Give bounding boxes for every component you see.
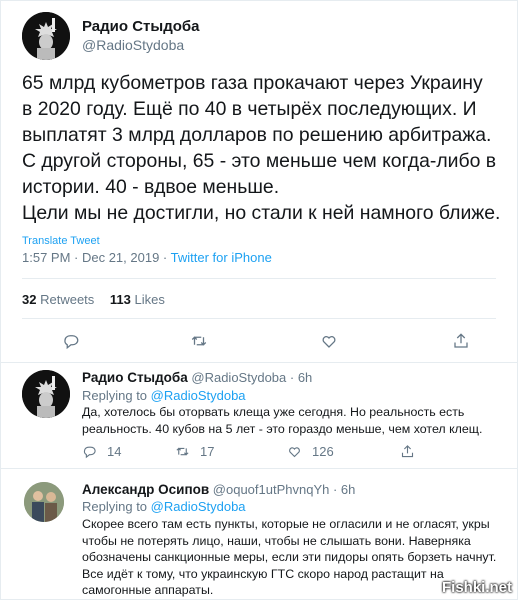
reply-text-line: реальность. 40 кубов на 5 лет - это гора…: [82, 422, 483, 436]
tweet-text-line: С другой стороны, 65 - это меньше чем ко…: [22, 150, 497, 172]
reply-time[interactable]: · 6h: [333, 482, 355, 497]
reply-tweet[interactable]: Александр Осипов @oquof1utPhvnqYh · 6h R…: [0, 468, 518, 598]
retweet-icon: [176, 447, 189, 456]
statue-of-liberty-icon: [22, 12, 70, 60]
reply-text-line: чтобы не потерять лицо, наши, чтобы не с…: [82, 533, 471, 548]
replying-to: Replying to @RadioStydoba: [82, 388, 246, 403]
reply-count: 14: [107, 444, 122, 459]
main-tweet-header: Радио Стыдоба @RadioStydoba: [22, 12, 200, 60]
like-button[interactable]: 126: [287, 444, 334, 459]
divider: [22, 278, 496, 279]
retweet-icon: [191, 336, 207, 346]
reply-text-line: Все идёт к тому, что украинскую ГТС скор…: [82, 566, 444, 581]
tweet-meta: 1:57 PM · Dec 21, 2019 · Twitter for iPh…: [22, 250, 272, 265]
reply-text-line: Скорее всего там есть пункты, которые не…: [82, 517, 490, 531]
author-handle[interactable]: @RadioStydoba: [82, 36, 200, 54]
tweet-text-line: Цели мы не достигли, но стали к ней намн…: [22, 202, 501, 224]
tweet-stats: 32 Retweets 113 Likes: [22, 292, 165, 307]
tweet-text-line: 65 млрд кубометров газа прокачают через …: [22, 72, 483, 94]
retweet-button[interactable]: [190, 332, 208, 350]
likes-label: Likes: [134, 292, 165, 307]
share-button[interactable]: [400, 444, 415, 459]
reply-time[interactable]: · 6h: [290, 370, 312, 385]
reply-button[interactable]: [62, 332, 80, 350]
likes-count: 113: [109, 292, 131, 307]
author-avatar[interactable]: [24, 482, 64, 522]
tweet-text-line: в 2020 году. Ещё по 40 в четырёх последу…: [22, 98, 477, 120]
author-avatar[interactable]: [22, 370, 70, 418]
reply-text: Да, хотелось бы оторвать клеща уже сегод…: [82, 404, 482, 438]
share-button[interactable]: [452, 332, 470, 350]
statue-of-liberty-icon: [22, 370, 70, 418]
author-handle[interactable]: @RadioStydoba: [191, 370, 286, 385]
reply-header: Александр Осипов @oquof1utPhvnqYh · 6h: [82, 482, 355, 497]
main-action-bar: [0, 332, 518, 356]
reply-button[interactable]: 14: [82, 444, 121, 459]
reply-text-line: самогонные аппараты.: [82, 583, 214, 598]
replying-to: Replying to @RadioStydoba: [82, 499, 246, 514]
like-count: 126: [312, 444, 334, 459]
translate-tweet-link[interactable]: Translate Tweet: [22, 235, 100, 247]
reply-action-bar: 14 17 126: [82, 444, 502, 464]
retweets-count: 32: [22, 292, 37, 307]
share-icon: [454, 333, 468, 348]
retweets-stat[interactable]: 32 Retweets: [22, 292, 94, 307]
reply-text-line: обозначены санкционные меры, если эти пи…: [82, 550, 497, 565]
reply-tweet[interactable]: Радио Стыдоба @RadioStydoba · 6h Replyin…: [0, 362, 518, 466]
likes-stat[interactable]: 113 Likes: [110, 292, 165, 307]
tweet-timestamp[interactable]: 1:57 PM · Dec 21, 2019 ·: [22, 250, 167, 265]
author-handle[interactable]: @oquof1utPhvnqYh: [213, 482, 330, 497]
author-name[interactable]: Радио Стыдоба: [82, 18, 200, 36]
replying-handle-link[interactable]: @RadioStydoba: [151, 499, 246, 514]
divider: [22, 318, 496, 319]
author-avatar[interactable]: [22, 12, 70, 60]
tweet-text-line: выплатят 3 млрд долларов по решению арби…: [22, 124, 492, 146]
retweet-count: 17: [200, 444, 215, 459]
retweets-label: Retweets: [40, 292, 95, 307]
reply-header: Радио Стыдоба @RadioStydoba · 6h: [82, 370, 312, 385]
tweet-text-line: истории. 40 - вдвое меньше.: [22, 176, 280, 198]
retweet-button[interactable]: 17: [175, 444, 214, 459]
reply-text: Скорее всего там есть пункты, которые не…: [82, 516, 496, 599]
watermark: Fishki.net: [441, 579, 512, 596]
heart-icon: [322, 336, 336, 348]
reply-text-line: Да, хотелось бы оторвать клеща уже сегод…: [82, 405, 465, 419]
people-photo-icon: [24, 482, 64, 522]
replying-prefix: Replying to: [82, 388, 148, 403]
replying-handle-link[interactable]: @RadioStydoba: [151, 388, 246, 403]
author-name[interactable]: Александр Осипов: [82, 482, 209, 497]
share-icon: [401, 445, 414, 458]
like-button[interactable]: [320, 332, 338, 350]
reply-icon: [83, 446, 96, 459]
reply-icon: [64, 335, 79, 350]
tweet-source[interactable]: Twitter for iPhone: [171, 250, 272, 265]
author-name[interactable]: Радио Стыдоба: [82, 370, 188, 385]
replying-prefix: Replying to: [82, 499, 148, 514]
heart-icon: [289, 447, 300, 458]
main-tweet-text: 65 млрд кубометров газа прокачают через …: [22, 70, 500, 226]
